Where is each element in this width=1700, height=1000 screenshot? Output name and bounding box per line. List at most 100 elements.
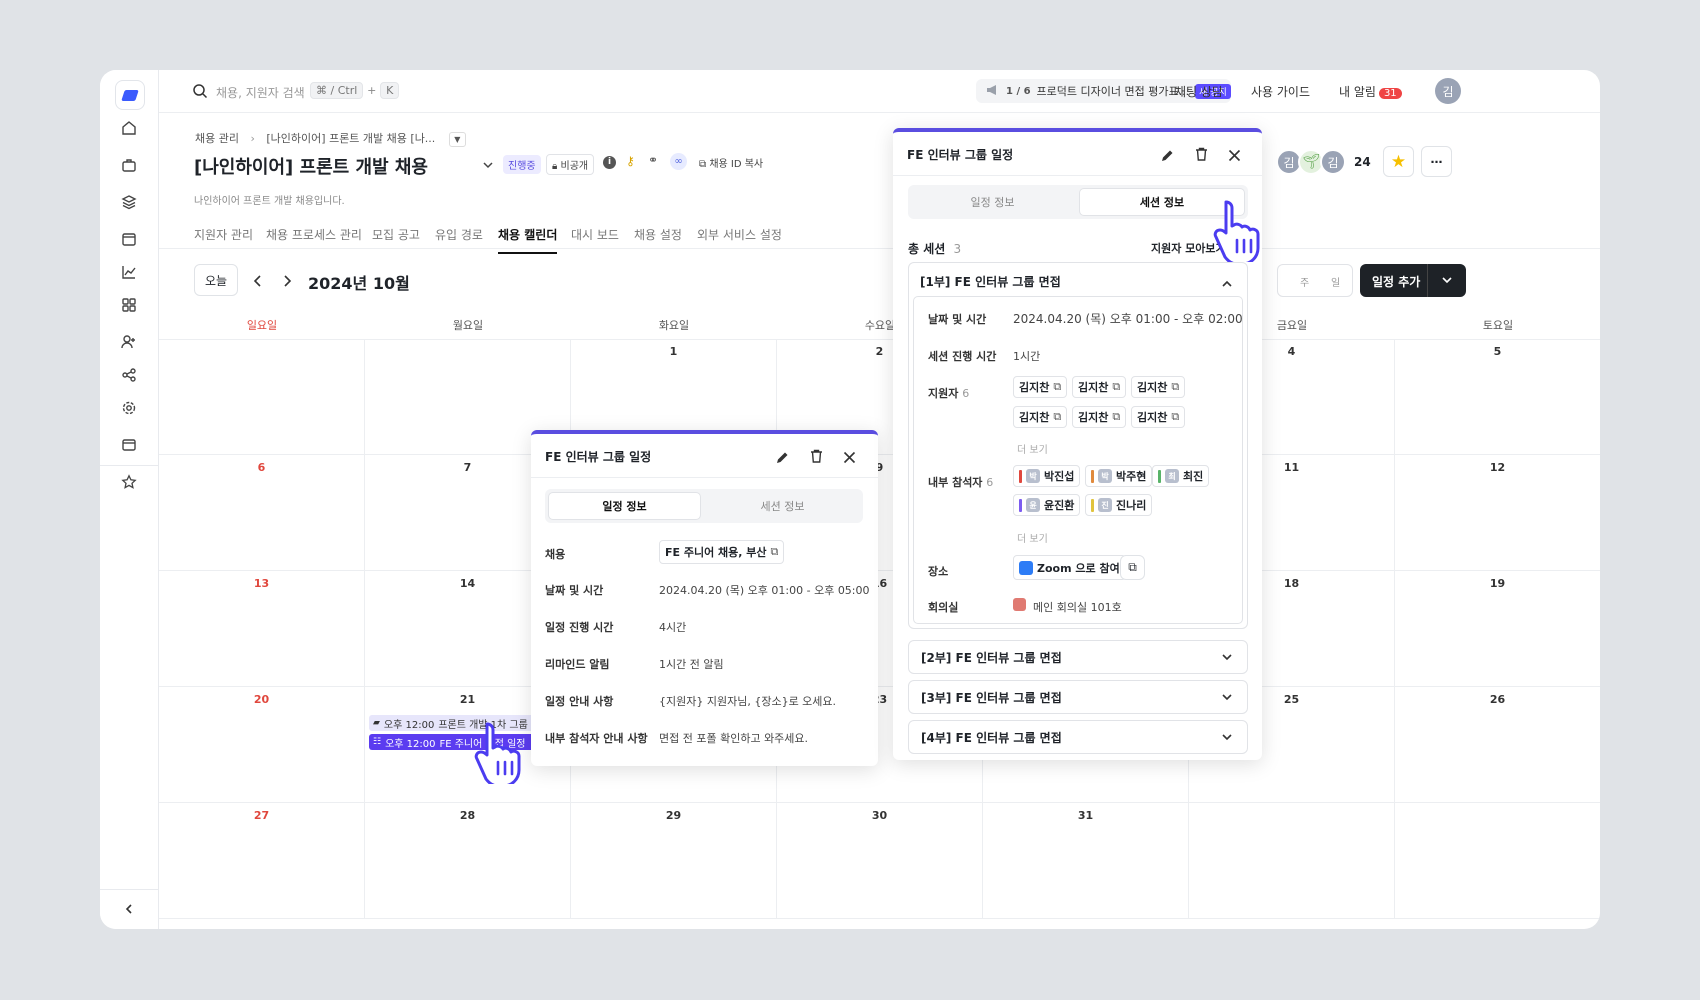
applicant-chip[interactable]: 김지찬 ⧉ bbox=[1013, 406, 1068, 428]
alerts-label: 내 알림 bbox=[1339, 85, 1376, 99]
add-event-chevron-down-icon[interactable] bbox=[1441, 274, 1453, 289]
chat-link[interactable]: 채팅 상담 bbox=[1175, 83, 1223, 100]
calendar-day-cell[interactable]: 26 bbox=[1395, 687, 1600, 803]
applicant-chip[interactable]: 김지찬 ⧉ bbox=[1131, 376, 1186, 398]
calendar-day-cell[interactable]: 12 bbox=[1395, 455, 1600, 571]
breadcrumb-root[interactable]: 채용 관리 bbox=[195, 132, 239, 145]
tab-settings[interactable]: 채용 설정 bbox=[634, 226, 682, 243]
applicant-chip[interactable]: 김지찬 ⧉ bbox=[1072, 376, 1127, 398]
internal-participant-chip[interactable]: 박 박주현 bbox=[1085, 465, 1153, 487]
grid-icon[interactable] bbox=[119, 295, 139, 315]
visibility-badge[interactable]: 🔒︎ 비공개 bbox=[546, 154, 595, 175]
share-icon[interactable] bbox=[119, 365, 139, 385]
key-icon[interactable]: ⚷ bbox=[626, 154, 635, 168]
event-popup-right: FE 인터뷰 그룹 일정 일정 정보 세션 정보 총 세션 3 지원자 모아보기… bbox=[893, 128, 1262, 760]
job-link-chip[interactable]: FE 주니어 채용, 부산 ⧉ bbox=[659, 540, 785, 564]
calendar-day-cell[interactable]: 31 bbox=[983, 803, 1189, 919]
calendar-day-cell[interactable]: 27 bbox=[159, 803, 365, 919]
guide-link[interactable]: 사용 가이드 bbox=[1251, 83, 1310, 100]
star-icon[interactable] bbox=[119, 472, 139, 492]
tab-inflow[interactable]: 유입 경로 bbox=[435, 226, 483, 243]
event-time: 오후 12:00 bbox=[383, 719, 435, 731]
gear-icon[interactable] bbox=[119, 398, 139, 418]
edit-pencil-icon[interactable] bbox=[1161, 147, 1174, 166]
handshake-icon[interactable]: ⚭ bbox=[648, 153, 658, 167]
session-1-title[interactable]: [1부] FE 인터뷰 그룹 면접 bbox=[920, 273, 1061, 290]
add-event-button[interactable]: 일정 추가 bbox=[1360, 264, 1466, 297]
applicant-chip[interactable]: 김지찬 ⧉ bbox=[1131, 406, 1186, 428]
title-chevron-down-icon[interactable] bbox=[482, 156, 494, 175]
app-logo[interactable] bbox=[115, 80, 145, 110]
close-icon[interactable] bbox=[843, 449, 856, 468]
search-input[interactable]: 채용, 지원자 검색 bbox=[216, 84, 305, 101]
member-avatars[interactable]: 김 🌱︎ 김 24 bbox=[1276, 149, 1371, 175]
calendar-day-cell[interactable]: 20 bbox=[159, 687, 365, 803]
copy-id-label: 채용 ID 복사 bbox=[709, 159, 764, 170]
calendar-day-cell[interactable]: 6 bbox=[159, 455, 365, 571]
view-toggle: 주 일 bbox=[1277, 264, 1353, 297]
internal-participant-chip[interactable]: 최 최진 bbox=[1152, 465, 1210, 487]
session-4-accordion[interactable]: [4부] FE 인터뷰 그룹 면접 bbox=[908, 720, 1248, 754]
calendar-day-cell[interactable] bbox=[159, 339, 365, 455]
tab-applicants[interactable]: 지원자 관리 bbox=[194, 226, 253, 243]
favorite-star-button[interactable]: ★ bbox=[1383, 146, 1414, 177]
calendar-day-cell[interactable]: 30 bbox=[777, 803, 983, 919]
window-icon[interactable] bbox=[119, 435, 139, 455]
tab-schedule-info[interactable]: 일정 정보 bbox=[911, 188, 1074, 216]
external-link-icon: ⧉ bbox=[1171, 410, 1180, 423]
chart-icon[interactable] bbox=[119, 262, 139, 282]
calendar-day-cell[interactable]: 29 bbox=[571, 803, 777, 919]
edit-pencil-icon[interactable] bbox=[776, 449, 789, 468]
row-value-reminder: 1시간 전 알림 bbox=[659, 658, 724, 671]
layers-icon[interactable] bbox=[119, 192, 139, 212]
view-day-button[interactable]: 일 bbox=[1331, 274, 1340, 289]
applicant-chip[interactable]: 김지찬 ⧉ bbox=[1013, 376, 1068, 398]
calendar-day-cell[interactable]: 28 bbox=[365, 803, 571, 919]
trash-icon[interactable] bbox=[810, 448, 823, 467]
internal-participant-chip[interactable]: 진 진나리 bbox=[1085, 494, 1153, 516]
prev-month-chevron-icon[interactable] bbox=[252, 273, 264, 292]
briefcase-icon[interactable] bbox=[119, 155, 139, 175]
zoom-join-chip[interactable]: Zoom 으로 참여 bbox=[1013, 555, 1126, 580]
session-3-accordion[interactable]: [3부] FE 인터뷰 그룹 면접 bbox=[908, 680, 1248, 714]
chevron-up-icon[interactable] bbox=[1221, 275, 1233, 294]
internal-participant-chip[interactable]: 윤 윤진환 bbox=[1013, 494, 1081, 516]
breadcrumb-dropdown-icon[interactable]: ▼ bbox=[448, 132, 466, 147]
home-icon[interactable] bbox=[119, 118, 139, 138]
tab-dashboard[interactable]: 대시 보드 bbox=[571, 226, 619, 243]
next-month-chevron-icon[interactable] bbox=[281, 273, 293, 292]
calendar-day-cell[interactable]: 5 bbox=[1395, 339, 1600, 455]
copy-id-button[interactable]: ⧉ 채용 ID 복사 bbox=[699, 155, 763, 170]
more-options-button[interactable]: ⋯ bbox=[1421, 146, 1452, 177]
copy-link-button[interactable]: ⧉ bbox=[1120, 555, 1145, 580]
internal-participant-chip[interactable]: 박 박진섭 bbox=[1013, 465, 1081, 487]
today-button[interactable]: 오늘 bbox=[194, 264, 238, 296]
tab-session-info[interactable]: 세션 정보 bbox=[705, 492, 860, 520]
applicants-more-link[interactable]: 더 보기 bbox=[1017, 441, 1048, 456]
tab-process[interactable]: 채용 프로세스 관리 bbox=[266, 226, 362, 243]
view-week-button[interactable]: 주 bbox=[1300, 274, 1309, 289]
calendar-day-cell[interactable] bbox=[1395, 803, 1600, 919]
shortcut-cmd: ⌘ / Ctrl bbox=[310, 82, 364, 99]
alerts-link[interactable]: 내 알림 31 bbox=[1339, 83, 1402, 100]
tab-external[interactable]: 외부 서비스 설정 bbox=[697, 226, 782, 243]
day-number: 12 bbox=[1489, 461, 1506, 474]
calendar-day-cell[interactable] bbox=[1189, 803, 1395, 919]
breadcrumb-current[interactable]: [나인하이어] 프론트 개발 채용 [나... bbox=[266, 132, 435, 145]
trash-icon[interactable] bbox=[1195, 146, 1208, 165]
calendar-icon[interactable] bbox=[119, 229, 139, 249]
user-avatar[interactable]: 김 bbox=[1435, 78, 1461, 104]
tab-job-posting[interactable]: 모집 공고 bbox=[372, 226, 420, 243]
info-icon[interactable]: i bbox=[603, 156, 616, 169]
collapse-chevron-icon[interactable] bbox=[119, 899, 139, 919]
session-2-accordion[interactable]: [2부] FE 인터뷰 그룹 면접 bbox=[908, 640, 1248, 674]
close-icon[interactable] bbox=[1228, 147, 1241, 166]
internal-more-link[interactable]: 더 보기 bbox=[1017, 530, 1048, 545]
calendar-day-cell[interactable]: 13 bbox=[159, 571, 365, 687]
applicant-chip[interactable]: 김지찬 ⧉ bbox=[1072, 406, 1127, 428]
tab-calendar[interactable]: 채용 캘린더 bbox=[498, 226, 558, 254]
calendar-day-cell[interactable]: 19 bbox=[1395, 571, 1600, 687]
add-user-icon[interactable] bbox=[119, 332, 139, 352]
link-icon[interactable]: ∞ bbox=[670, 153, 687, 170]
tab-schedule-info[interactable]: 일정 정보 bbox=[548, 492, 701, 520]
